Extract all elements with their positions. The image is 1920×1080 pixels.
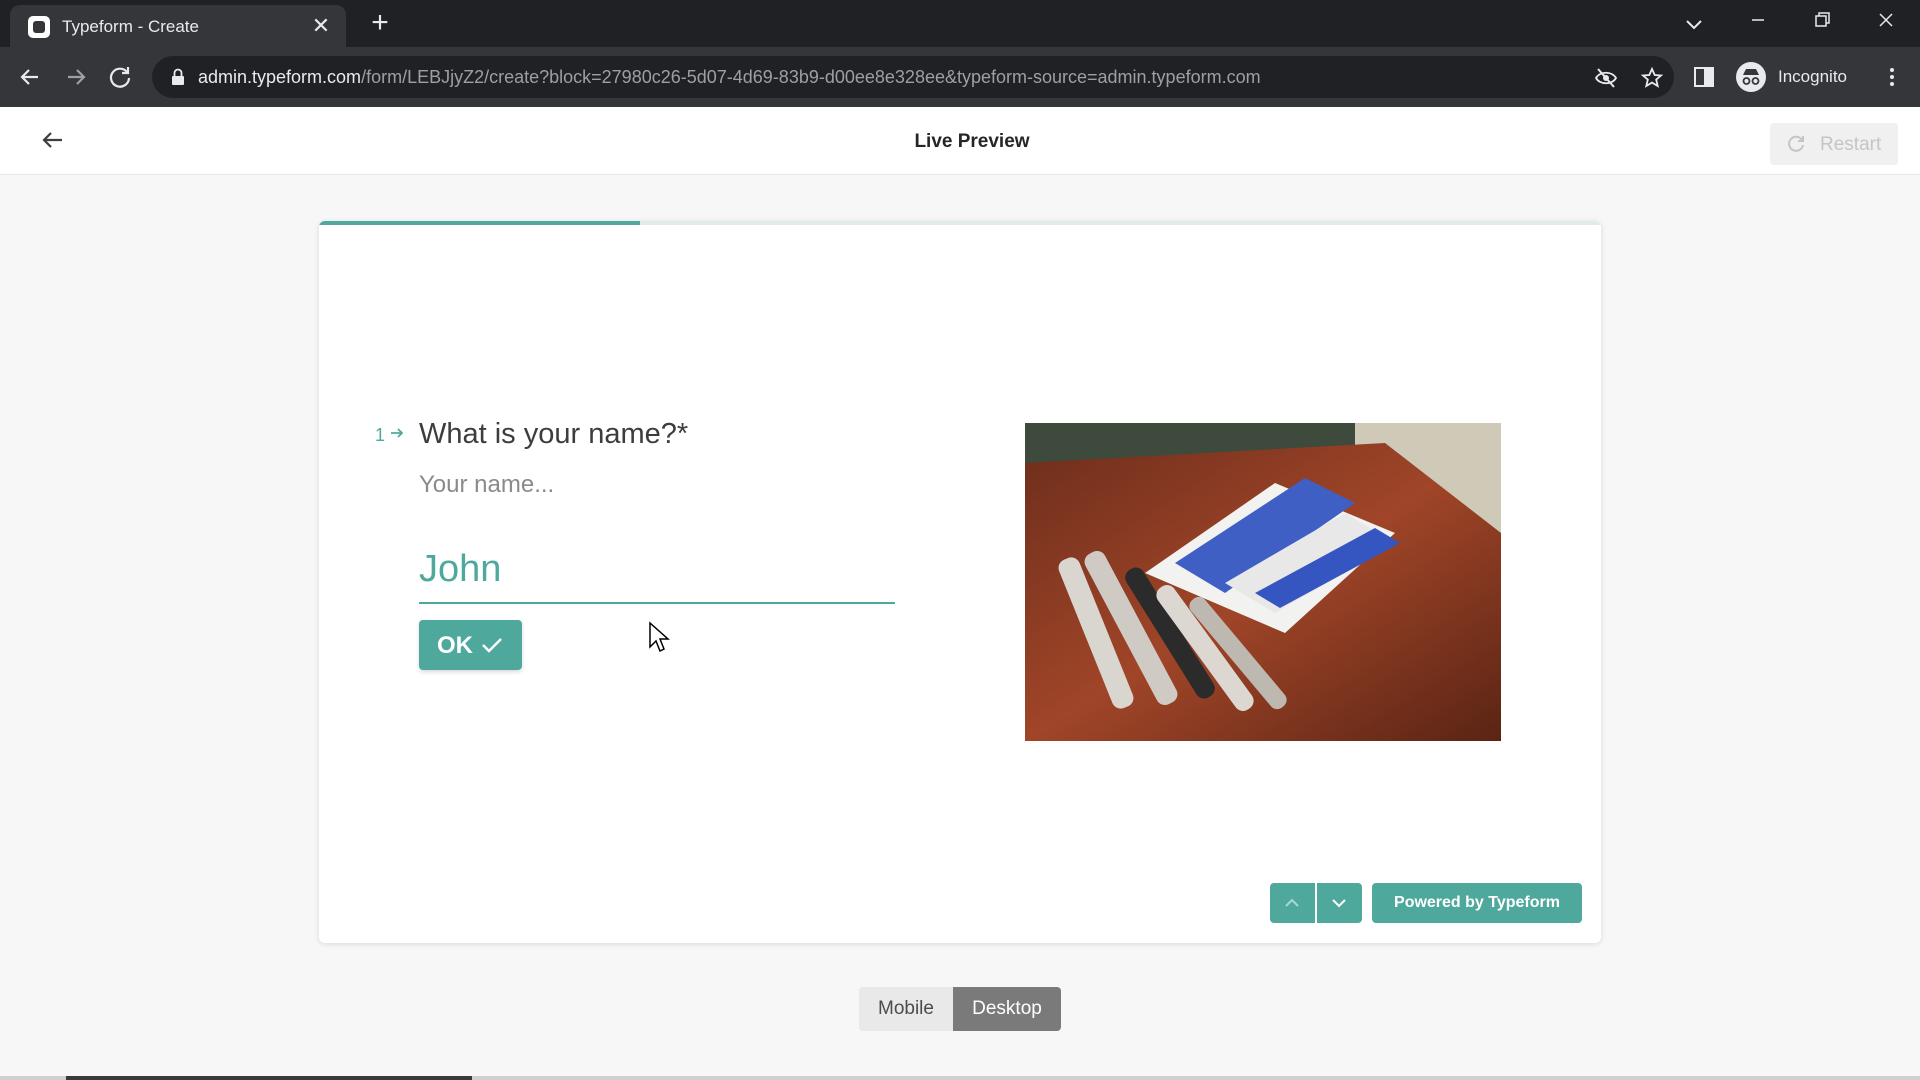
incognito-icon <box>1736 62 1766 92</box>
name-tag-markers-photo <box>1025 423 1501 741</box>
browser-tab[interactable]: Typeform - Create ✕ <box>10 5 346 47</box>
incognito-label: Incognito <box>1778 67 1847 86</box>
desktop-view-button[interactable]: Desktop <box>953 987 1061 1031</box>
restart-label: Restart <box>1820 134 1882 155</box>
back-arrow-icon[interactable] <box>14 61 46 93</box>
question-title: What is your name?* <box>419 418 689 450</box>
progress-bar-fill <box>319 221 640 225</box>
previous-question-button[interactable] <box>1270 883 1315 923</box>
mobile-view-button[interactable]: Mobile <box>859 987 953 1031</box>
window-close-icon[interactable] <box>1854 0 1918 40</box>
check-icon <box>482 638 502 653</box>
ok-button[interactable]: OK <box>419 620 522 670</box>
page-title: Live Preview <box>914 131 1030 152</box>
browser-tab-bar: Typeform - Create ✕ + <box>0 0 1920 47</box>
tab-search-chevron-icon[interactable] <box>1680 10 1708 38</box>
question-navigation <box>1270 883 1362 923</box>
typeform-favicon-icon <box>28 16 50 38</box>
eye-off-icon[interactable] <box>1594 66 1618 90</box>
name-answer-input[interactable] <box>419 539 895 604</box>
new-tab-button[interactable]: + <box>364 7 396 39</box>
device-toggle: Mobile Desktop <box>859 987 1061 1031</box>
powered-by-typeform-badge[interactable]: Powered by Typeform <box>1372 883 1582 923</box>
url-path: /form/LEBJjyZ2/create?block=27980c26-5d0… <box>361 67 1261 87</box>
next-question-button[interactable] <box>1317 883 1362 923</box>
restart-button[interactable]: Restart <box>1770 123 1898 165</box>
chevron-down-icon <box>1332 899 1346 908</box>
browser-toolbar: admin.typeform.com/form/LEBJjyZ2/create?… <box>0 47 1920 107</box>
form-preview-card: 1 What is your name?* Your name... OK <box>319 221 1601 943</box>
question-number: 1 <box>375 425 386 445</box>
kebab-menu-icon[interactable] <box>1880 65 1904 89</box>
window-minimize-icon[interactable] <box>1726 0 1790 40</box>
address-bar[interactable]: admin.typeform.com/form/LEBJjyZ2/create?… <box>152 56 1674 98</box>
restart-icon <box>1788 135 1804 152</box>
chevron-up-icon <box>1285 898 1299 907</box>
tab-close-icon[interactable]: ✕ <box>308 13 334 39</box>
window-restore-icon[interactable] <box>1790 0 1854 40</box>
ok-label: OK <box>437 632 473 659</box>
mouse-cursor-icon <box>649 621 670 653</box>
url-text[interactable]: admin.typeform.com/form/LEBJjyZ2/create?… <box>198 67 1261 88</box>
lock-icon[interactable] <box>170 68 186 86</box>
arrow-right-icon <box>391 428 404 438</box>
reload-icon[interactable] <box>104 61 136 93</box>
star-icon[interactable] <box>1640 66 1664 90</box>
incognito-profile-button[interactable]: Incognito <box>1736 58 1892 96</box>
question-description: Your name... <box>419 471 555 498</box>
tab-title: Typeform - Create <box>62 17 199 36</box>
url-host: admin.typeform.com <box>198 67 362 87</box>
scrollbar-thumb[interactable] <box>66 1076 472 1080</box>
forward-arrow-icon[interactable] <box>60 61 92 93</box>
side-panel-icon[interactable] <box>1692 65 1716 89</box>
live-preview-header: Live Preview Restart <box>0 107 1920 175</box>
progress-bar <box>319 221 1601 225</box>
